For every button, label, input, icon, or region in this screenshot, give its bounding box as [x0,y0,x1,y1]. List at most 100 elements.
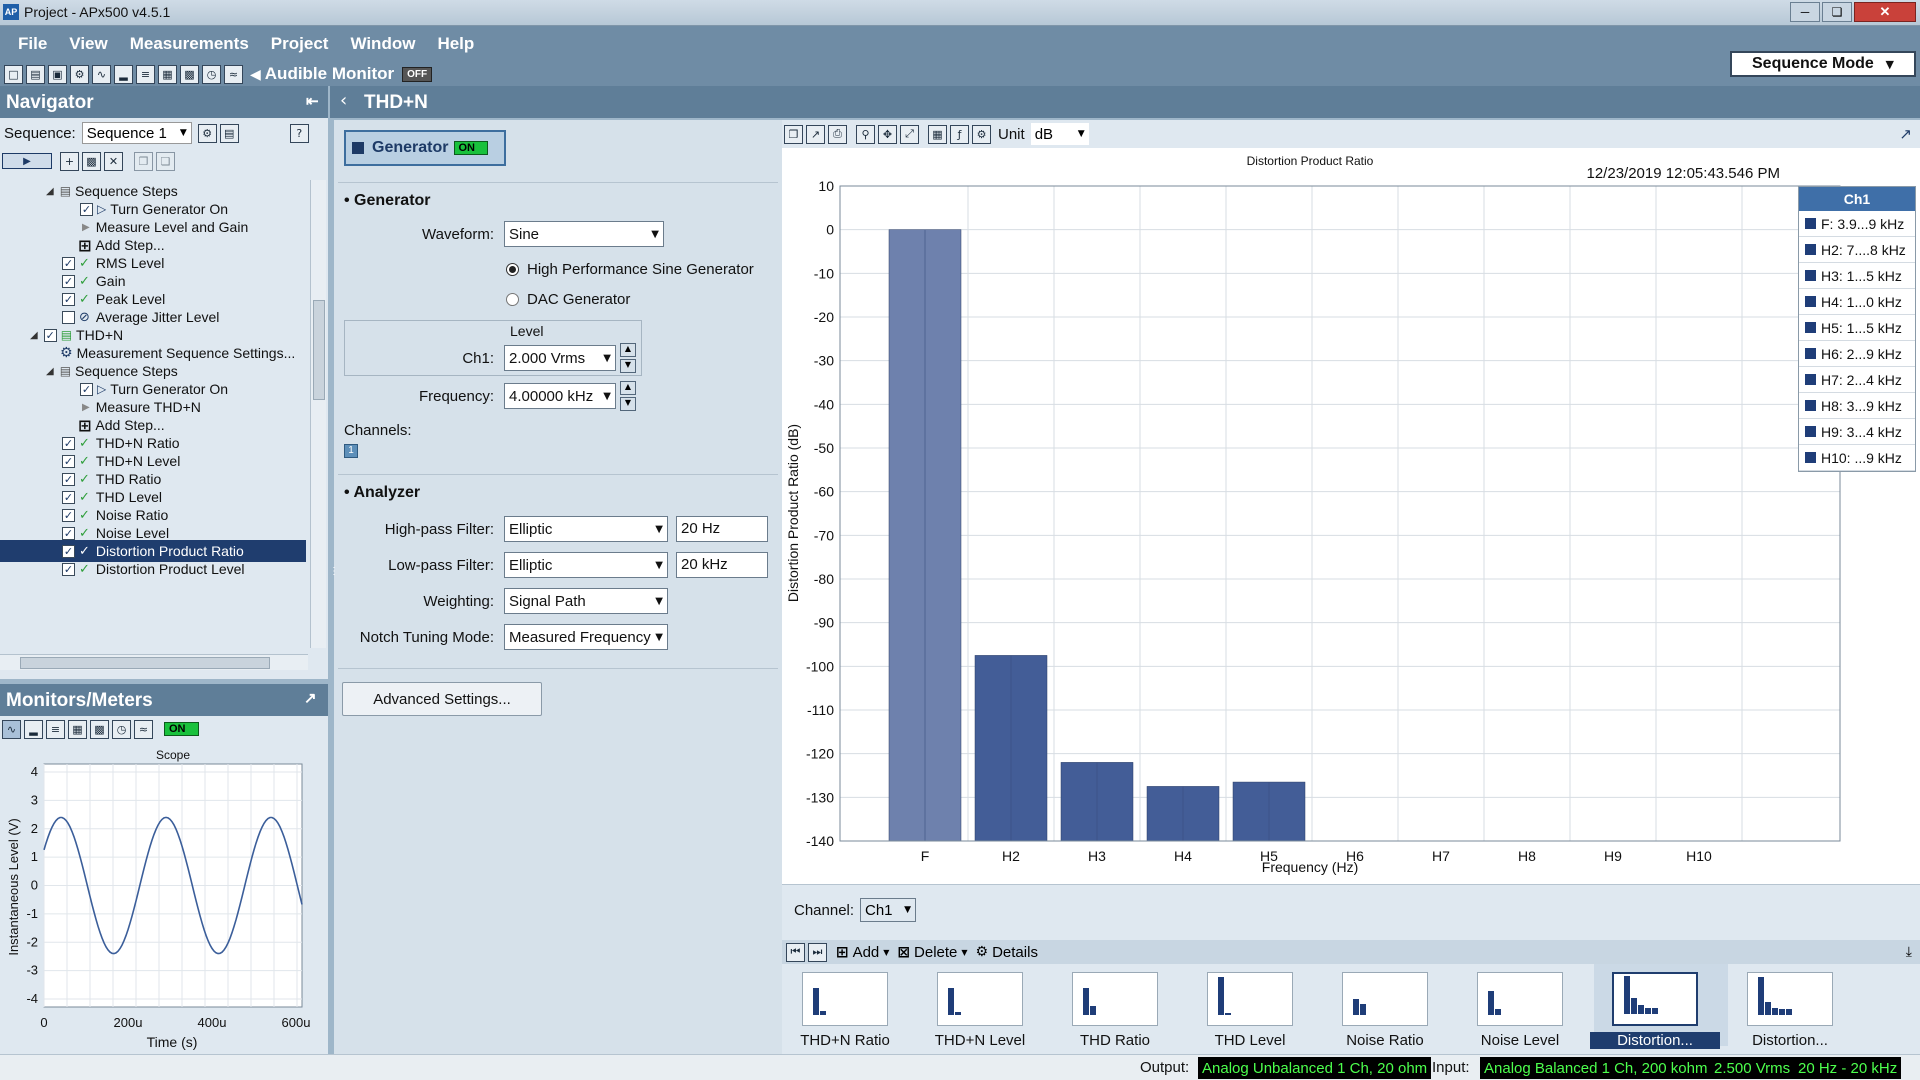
menu-view[interactable]: View [69,34,107,54]
export-icon[interactable]: ↗ [806,124,825,144]
output-status[interactable]: Analog Unbalanced 1 Ch, 20 ohm [1198,1057,1432,1079]
channel-1-badge[interactable]: 1 [344,444,358,458]
maximize-button[interactable]: ❏ [1822,2,1852,22]
radio-dac[interactable]: DAC Generator [506,291,630,308]
monitors-toggle[interactable]: ON [164,722,199,736]
advanced-settings-button[interactable]: Advanced Settings... [342,682,542,716]
chevron-down-icon[interactable]: ▼ [961,948,967,957]
highpass-select[interactable]: Elliptic ▼ [504,516,668,542]
sequence-report-icon[interactable]: ▤ [219,123,239,143]
result-thumbnail[interactable] [1342,972,1428,1026]
arrow-up-icon[interactable]: ▲ [620,343,636,357]
result-label[interactable]: THD Ratio [1050,1032,1180,1049]
save-icon[interactable]: ▣ [48,64,67,84]
result-label[interactable]: Noise Level [1455,1032,1585,1049]
add-result-button[interactable]: Add [853,944,880,961]
menu-window[interactable]: Window [350,34,415,54]
help-icon[interactable]: ? [289,123,309,143]
mode-select[interactable]: Sequence Mode ▼ [1730,51,1916,77]
fft-icon[interactable]: ▂ [114,64,133,84]
clock-icon[interactable]: ◷ [202,64,221,84]
result-thumbnail[interactable] [1747,972,1833,1026]
splitter-handle[interactable]: ⋮ [329,566,339,578]
result-label[interactable]: THD+N Level [915,1032,1045,1049]
legend-item[interactable]: F: 3.9...9 kHz [1799,211,1915,237]
popout-icon[interactable]: ↗ [304,689,317,707]
signal-icon[interactable]: ≈ [134,719,153,739]
skip-first-icon[interactable]: ⏮ [786,942,805,962]
sequence-select[interactable]: Sequence 1 ▼ [81,122,192,144]
zoom-icon[interactable]: ⚲ [856,124,875,144]
checkbox-icon[interactable]: ✓ [80,382,93,396]
navigator-vscrollbar[interactable] [310,180,326,648]
menu-project[interactable]: Project [271,34,329,54]
legend-item[interactable]: H7: 2...4 kHz [1799,367,1915,393]
graph-settings-icon[interactable]: ⚙ [972,124,991,144]
legend-item[interactable]: H3: 1...5 kHz [1799,263,1915,289]
ch1-level-stepper[interactable]: ▲ ▼ [620,343,636,373]
copy-graph-icon[interactable]: ❐ [784,124,803,144]
popout-icon[interactable]: ↗ [1899,125,1912,143]
pin-icon[interactable]: ⇤ [306,92,319,110]
checkbox-icon[interactable]: ✓ [62,274,75,288]
checkbox-icon[interactable]: ✓ [62,526,75,540]
result-thumbnail[interactable] [1072,972,1158,1026]
bars-icon[interactable]: ▩ [90,719,109,739]
legend-item[interactable]: H4: 1...0 kHz [1799,289,1915,315]
arrow-down-icon[interactable]: ▼ [620,397,636,411]
new-file-icon[interactable]: □ [4,64,23,84]
frequency-stepper[interactable]: ▲ ▼ [620,381,636,411]
delete-result-button[interactable]: Delete [914,944,957,961]
weighting-select[interactable]: Signal Path ▼ [504,588,668,614]
meters-icon[interactable]: ≡ [46,719,65,739]
meters-icon[interactable]: ≡ [136,64,155,84]
result-thumbnail[interactable] [802,972,888,1026]
signal-icon[interactable]: ≈ [224,64,243,84]
result-thumbnail[interactable] [1207,972,1293,1026]
pan-icon[interactable]: ✥ [878,124,897,144]
scope-icon[interactable]: ∿ [2,719,21,739]
result-label[interactable]: THD+N Ratio [780,1032,910,1049]
settings-icon[interactable]: ⚙ [70,64,89,84]
arrow-up-icon[interactable]: ▲ [620,381,636,395]
close-button[interactable]: ✕ [1854,2,1916,22]
checkbox-icon[interactable]: ✓ [43,328,57,342]
menu-file[interactable]: File [18,34,47,54]
paste-icon[interactable]: ❏ [156,151,175,171]
checkbox-icon[interactable]: ✓ [62,472,75,486]
waveform-select[interactable]: Sine ▼ [504,221,664,247]
checkbox-icon[interactable]: ✓ [62,490,75,504]
navigator-hscrollbar[interactable] [0,654,308,670]
legend-item[interactable]: H9: 3...4 kHz [1799,419,1915,445]
generator-button[interactable]: Generator ON [344,130,506,166]
checkbox-icon[interactable]: ✓ [62,454,75,468]
copy-icon[interactable]: ❐ [134,151,153,171]
tree-item[interactable]: ✓ ✓ Distortion Product Level [62,558,245,580]
grid-icon[interactable]: ▦ [928,124,947,144]
bars-icon[interactable]: ▩ [180,64,199,84]
generator-toggle[interactable]: ON [454,141,488,155]
highpass-freq-input[interactable]: 20 Hz [676,516,768,542]
checkbox-icon[interactable] [62,310,75,324]
open-file-icon[interactable]: ▤ [26,64,45,84]
lowpass-freq-input[interactable]: 20 kHz [676,552,768,578]
legend-item[interactable]: H8: 3...9 kHz [1799,393,1915,419]
audible-monitor-toggle[interactable]: OFF [402,66,433,82]
sequence-settings-icon[interactable]: ⚙ [197,123,217,143]
level-icon[interactable]: ▦ [68,719,87,739]
print-icon[interactable]: ⎙ [828,124,847,144]
autoscale-icon[interactable]: ⤢ [900,124,919,144]
legend-item[interactable]: H10: ...9 kHz [1799,445,1915,471]
checkbox-icon[interactable]: ✓ [62,436,75,450]
skip-last-icon[interactable]: ⏭ [808,942,827,962]
ch1-level-input[interactable]: 2.000 Vrms ▼ [504,345,616,371]
legend-item[interactable]: H5: 1...5 kHz [1799,315,1915,341]
menu-measurements[interactable]: Measurements [130,34,249,54]
channel-select[interactable]: Ch1 ▼ [860,898,916,922]
delete-icon[interactable]: ✕ [104,151,123,171]
result-thumbnail[interactable] [937,972,1023,1026]
scroll-thumb[interactable] [20,657,270,669]
run-sequence-button[interactable]: ▶ [2,153,52,169]
result-label[interactable]: Noise Ratio [1320,1032,1450,1049]
notch-select[interactable]: Measured Frequency ▼ [504,624,668,650]
